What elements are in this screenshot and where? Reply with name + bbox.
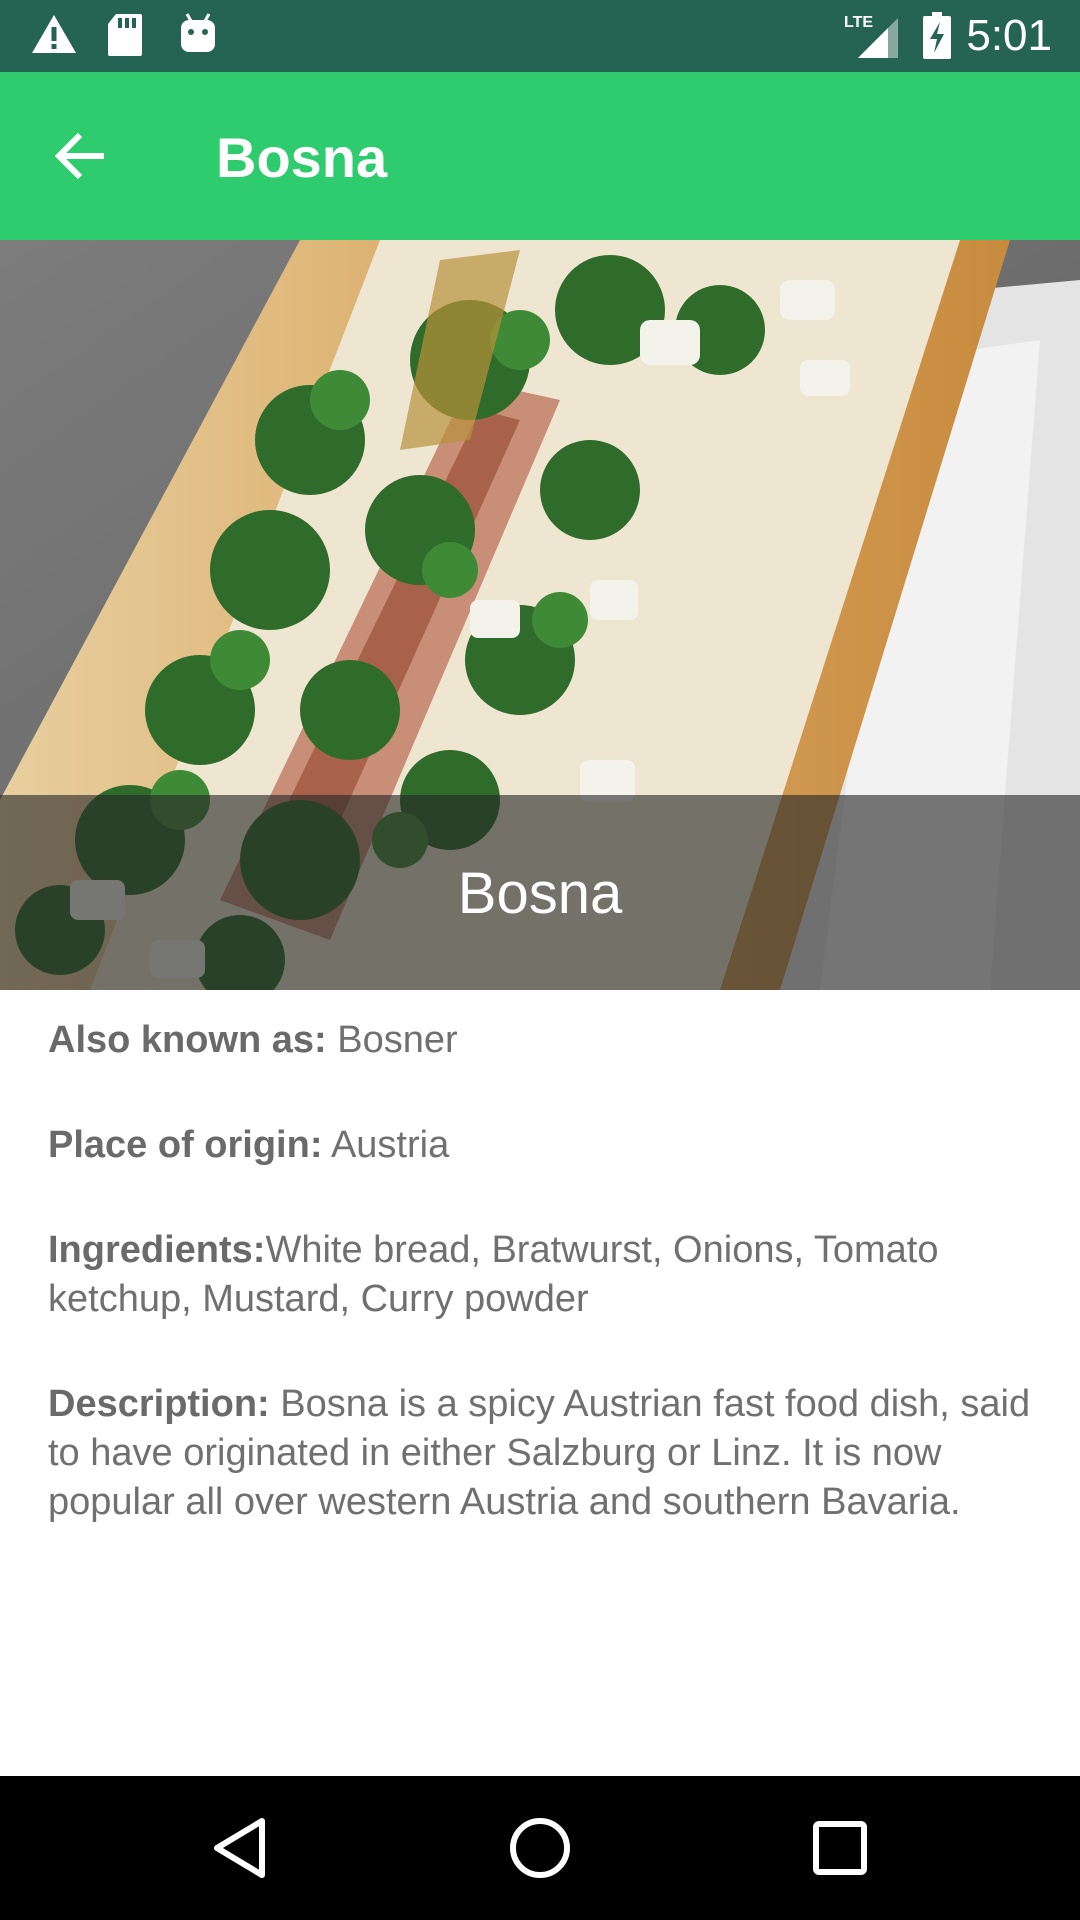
description-label: Description: [48, 1383, 270, 1425]
also-known-as-label: Also known as: [48, 1019, 327, 1061]
status-clock: 5:01 [966, 11, 1052, 60]
nav-home-button[interactable] [490, 1798, 590, 1898]
arrow-back-icon [54, 132, 104, 180]
page-title: Bosna [216, 126, 388, 189]
place-of-origin: Place of origin: Austria [48, 1121, 1038, 1170]
description: Description: Bosna is a spicy Austrian f… [48, 1380, 1038, 1527]
place-of-origin-label: Place of origin: [48, 1124, 323, 1166]
back-triangle-icon [214, 1818, 265, 1878]
place-of-origin-value: Austria [322, 1124, 450, 1166]
sd-card-icon [106, 12, 144, 63]
status-bar: LTE 5:01 [0, 0, 1080, 72]
network-label: LTE [844, 14, 873, 31]
app-bar: Bosna [0, 72, 1080, 240]
navigation-bar [0, 1776, 1080, 1920]
details-section: Also known as: Bosner Place of origin: A… [48, 1016, 1038, 1583]
ingredients-label: Ingredients: [48, 1229, 266, 1271]
ingredients: Ingredients:White bread, Bratwurst, Onio… [48, 1226, 1038, 1324]
home-circle-icon [510, 1818, 570, 1878]
hero-image: Bosna [0, 240, 1080, 990]
nav-back-button[interactable] [190, 1798, 290, 1898]
android-icon [178, 12, 218, 61]
back-button[interactable] [40, 116, 120, 196]
warning-icon [30, 12, 78, 61]
recents-square-icon [813, 1821, 867, 1875]
lte-signal-icon: LTE [842, 10, 902, 65]
also-known-as-value: Bosner [326, 1019, 458, 1061]
also-known-as: Also known as: Bosner [48, 1016, 1038, 1065]
hero-caption: Bosna [457, 861, 623, 926]
screen: LTE 5:01 Bosna Bosna Also known as: Bosn… [0, 0, 1080, 1920]
battery-charging-icon [922, 12, 952, 65]
nav-recents-button[interactable] [790, 1798, 890, 1898]
